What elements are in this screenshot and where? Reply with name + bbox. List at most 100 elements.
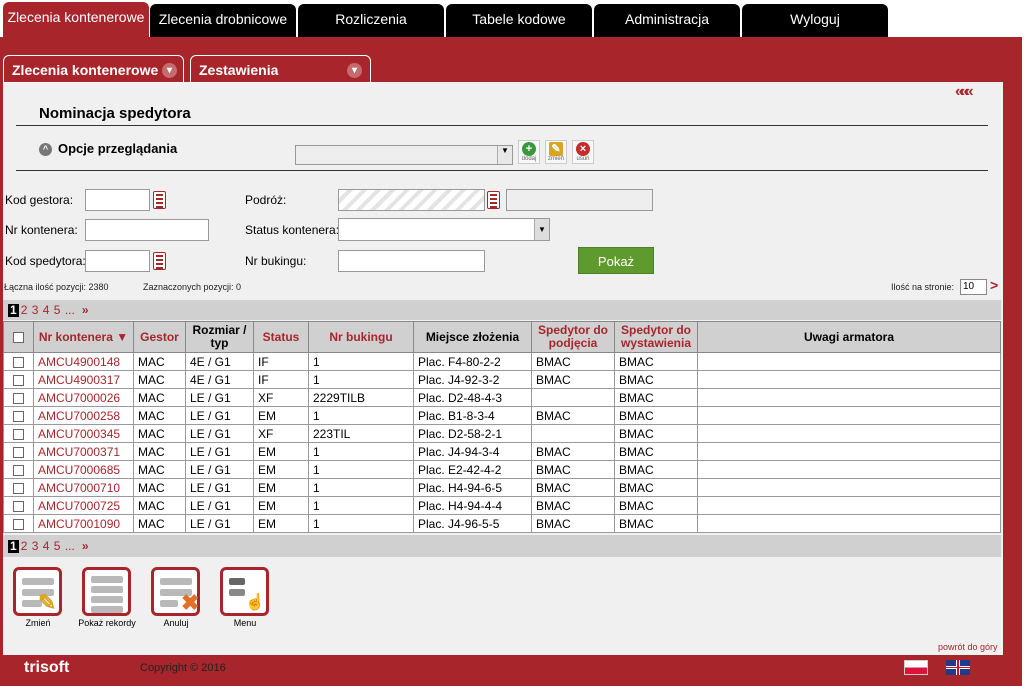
row-checkbox[interactable] (13, 410, 24, 422)
row-checkbox[interactable] (13, 464, 24, 476)
page-link[interactable]: 2 (21, 539, 28, 553)
menu-icon (229, 578, 245, 585)
container-number-link[interactable]: AMCU7000371 (33, 442, 134, 461)
row-checkbox[interactable] (13, 356, 24, 368)
col-nr-bukingu[interactable]: Nr bukingu (308, 321, 414, 353)
page-link[interactable]: ... (65, 303, 75, 317)
list-picker-icon[interactable] (153, 191, 166, 209)
show-records-button[interactable] (82, 567, 131, 616)
col-spedytor-wystawienia[interactable]: Spedytor do wystawienia (614, 321, 698, 353)
row-checkbox[interactable] (13, 500, 24, 512)
container-number-link[interactable]: AMCU7000685 (33, 460, 134, 479)
page-link[interactable]: 3 (32, 303, 39, 317)
row-select-cell (3, 478, 34, 497)
table-cell: 4E / G1 (185, 370, 254, 389)
delete-view-button[interactable]: × usuń (572, 140, 594, 164)
page-link[interactable]: 3 (32, 539, 39, 553)
browse-options-toggle[interactable]: ^ Opcje przeglądania (39, 141, 177, 156)
table-cell: EM (253, 478, 309, 497)
table-cell: BMAC (614, 406, 698, 425)
table-cell: BMAC (531, 514, 615, 533)
row-checkbox[interactable] (13, 392, 24, 404)
tab-tabele-kodowe[interactable]: Tabele kodowe (446, 4, 592, 37)
container-number-link[interactable]: AMCU7000345 (33, 424, 134, 443)
collapse-arrows-icon[interactable]: ««« (955, 83, 974, 101)
subtab-label: Zlecenia kontenerowe (12, 62, 159, 78)
back-to-top-link[interactable]: powrót do góry (938, 642, 998, 652)
next-pages-icon[interactable]: » (82, 303, 89, 317)
podroz-description-field (506, 189, 653, 211)
subtab-zlecenia-kontenerowe[interactable]: Zlecenia kontenerowe ▾ (3, 55, 184, 83)
page-link[interactable]: 5 (54, 303, 61, 317)
table-header: Nr kontenera ▼ Gestor Rozmiar / typ Stat… (3, 321, 1001, 353)
page-link[interactable]: 4 (43, 539, 50, 553)
list-icon (91, 586, 123, 593)
view-options-select[interactable]: ▼ (295, 145, 513, 165)
table-cell: 1 (308, 478, 414, 497)
container-number-link[interactable]: AMCU7000258 (33, 406, 134, 425)
container-number-link[interactable]: AMCU7000710 (33, 478, 134, 497)
row-checkbox[interactable] (13, 518, 24, 530)
container-number-link[interactable]: AMCU7000026 (33, 388, 134, 407)
table-cell: Plac. H4-94-4-4 (413, 496, 532, 515)
page-link[interactable]: ... (65, 539, 75, 553)
polish-flag-icon[interactable] (904, 660, 928, 675)
edit-action-button[interactable]: ✎ (13, 567, 62, 616)
col-gestor[interactable]: Gestor (133, 321, 186, 353)
row-select-cell (3, 442, 34, 461)
table-cell: XF (253, 424, 309, 443)
kod-spedytora-input[interactable] (85, 250, 150, 272)
per-page-input[interactable]: 10 (960, 279, 987, 295)
table-row: AMCU7000371 MAC LE / G1 EM 1 Plac. J4-94-3-4 B… (3, 442, 1001, 461)
tab-zlecenia-kontenerowe[interactable]: Zlecenia kontenerowe (3, 2, 149, 38)
next-pages-icon[interactable]: » (82, 539, 89, 553)
subtab-zestawienia[interactable]: Zestawienia ▾ (190, 55, 371, 83)
table-cell (697, 424, 1001, 443)
table-cell: BMAC (614, 460, 698, 479)
container-number-link[interactable]: AMCU4900317 (33, 370, 134, 389)
container-number-link[interactable]: AMCU4900148 (33, 352, 134, 371)
kod-gestora-input[interactable] (85, 189, 150, 211)
row-checkbox[interactable] (13, 482, 24, 494)
table-cell: 1 (308, 370, 414, 389)
page-link[interactable]: 5 (54, 539, 61, 553)
list-picker-icon[interactable] (153, 252, 166, 270)
row-checkbox[interactable] (13, 374, 24, 386)
select-all-checkbox[interactable] (13, 331, 24, 343)
container-number-link[interactable]: AMCU7001090 (33, 514, 134, 533)
table-row: AMCU7000258 MAC LE / G1 EM 1 Plac. B1-8-3-4 BM… (3, 406, 1001, 425)
podroz-label: Podróż: (245, 193, 287, 207)
list-picker-icon[interactable] (487, 191, 500, 209)
col-nr-kontenera[interactable]: Nr kontenera ▼ (33, 321, 134, 353)
tab-wyloguj[interactable]: Wyloguj (742, 4, 888, 37)
show-button[interactable]: Pokaż (578, 247, 654, 274)
row-checkbox[interactable] (13, 446, 24, 458)
nr-bukingu-input[interactable] (338, 250, 485, 272)
nr-kontenera-label: Nr kontenera: (5, 223, 78, 237)
page-link[interactable]: 4 (43, 303, 50, 317)
add-view-button[interactable]: + dodaj (518, 140, 540, 164)
cancel-action-button[interactable]: ✖ (151, 567, 200, 616)
tab-administracja[interactable]: Administracja (594, 4, 740, 37)
tab-rozliczenia[interactable]: Rozliczenia (298, 4, 444, 37)
tab-zlecenia-drobnicowe[interactable]: Zlecenia drobnicowe (150, 4, 296, 37)
nr-kontenera-input[interactable] (85, 219, 209, 241)
container-number-link[interactable]: AMCU7000725 (33, 496, 134, 515)
next-page-icon[interactable]: > (990, 277, 998, 293)
table-cell: EM (253, 514, 309, 533)
list-icon (91, 596, 123, 603)
english-flag-icon[interactable] (946, 660, 970, 675)
total-count: Łączna ilość pozycji: 2380 (4, 282, 109, 292)
table-cell: 4E / G1 (185, 352, 254, 371)
row-checkbox[interactable] (13, 428, 24, 440)
podroz-input[interactable] (338, 189, 485, 211)
list-icon (91, 606, 123, 613)
page-link[interactable]: 2 (21, 303, 28, 317)
col-spedytor-podjecia[interactable]: Spedytor do podjęcia (531, 321, 615, 353)
status-kontenera-select[interactable]: ▼ (338, 218, 550, 241)
col-status[interactable]: Status (253, 321, 309, 353)
browse-options-label: Opcje przeglądania (58, 141, 178, 156)
table-row: AMCU7000710 MAC LE / G1 EM 1 Plac. H4-94-6-5 B… (3, 478, 1001, 497)
edit-view-button[interactable]: ✎ zmień (545, 140, 567, 164)
menu-action-button[interactable]: ☝ (220, 567, 269, 616)
